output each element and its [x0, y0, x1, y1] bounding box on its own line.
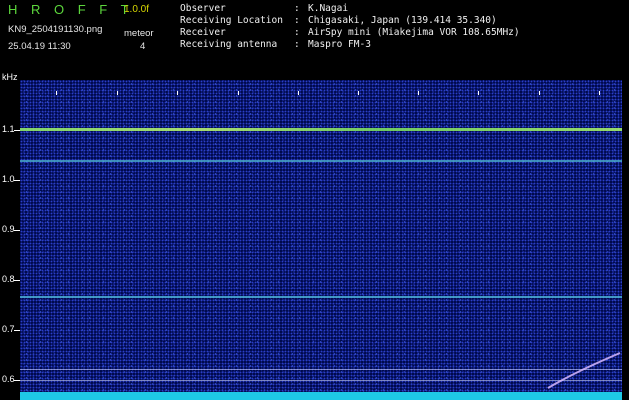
- meta-row-location: Receiving Location: Chigasaki, Japan (139…: [180, 15, 497, 26]
- version-label: 1.0.0f: [124, 4, 150, 15]
- bottom-noise-band: [20, 392, 622, 400]
- x-tick-mark: [358, 91, 359, 95]
- x-tick-mark: [539, 91, 540, 95]
- y-tick-mark: [14, 380, 20, 381]
- x-tick-mark: [238, 91, 239, 95]
- y-tick-mark: [14, 280, 20, 281]
- datetime-label: 25.04.19 11:30: [8, 41, 71, 52]
- y-tick-label: 0.8: [2, 274, 15, 284]
- app-title: H R O F F T: [8, 2, 134, 17]
- meteor-count: 4: [140, 41, 146, 52]
- meteor-trace: [547, 352, 621, 389]
- y-tick-mark: [14, 130, 20, 131]
- x-tick-mark: [117, 91, 118, 95]
- x-tick-mark: [298, 91, 299, 95]
- y-tick-label: 0.9: [2, 224, 15, 234]
- meta-row-observer: Observer: K.Nagai: [180, 3, 349, 14]
- y-tick-mark: [14, 330, 20, 331]
- spectrogram-plot: [20, 80, 622, 394]
- header-panel: H R O F F T 1.0.0f KN9_2504191130.png 25…: [0, 0, 629, 76]
- x-tick-mark: [177, 91, 178, 95]
- x-tick-mark: [599, 91, 600, 95]
- meteor-label: meteor: [124, 28, 154, 39]
- meta-row-receiver: Receiver: AirSpy mini (Miakejima VOR 108.…: [180, 27, 520, 38]
- x-tick-mark: [478, 91, 479, 95]
- x-tick-mark: [418, 91, 419, 95]
- y-tick-mark: [14, 180, 20, 181]
- meta-row-antenna: Receiving antenna: Maspro FM-3: [180, 39, 371, 50]
- y-tick-label: 1.0: [2, 174, 15, 184]
- y-tick-label: 1.1: [2, 124, 15, 134]
- y-axis-unit: kHz: [2, 72, 18, 82]
- y-tick-mark: [14, 230, 20, 231]
- filename-label: KN9_2504191130.png: [8, 24, 103, 35]
- y-tick-label: 0.7: [2, 324, 15, 334]
- x-tick-mark: [56, 91, 57, 95]
- y-tick-label: 0.6: [2, 374, 15, 384]
